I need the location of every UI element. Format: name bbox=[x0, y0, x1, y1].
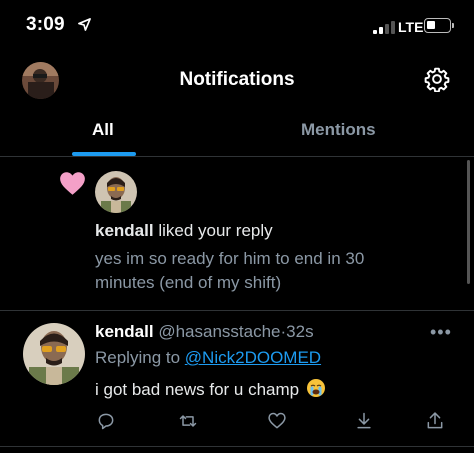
gear-icon[interactable] bbox=[424, 66, 450, 92]
bookmark-icon[interactable] bbox=[354, 411, 374, 431]
crying-face-emoji bbox=[306, 379, 325, 397]
tabs-divider bbox=[0, 156, 474, 157]
bottom-divider bbox=[0, 446, 474, 447]
retweet-icon[interactable] bbox=[178, 411, 198, 431]
mention-link[interactable]: @Nick2DOOMED bbox=[185, 348, 321, 367]
tab-all[interactable]: All bbox=[92, 120, 114, 140]
tweet-header: kendall @hasansstache·32s bbox=[95, 322, 314, 342]
notification-username[interactable]: kendall bbox=[95, 221, 154, 240]
signal-icon bbox=[373, 21, 395, 34]
handle[interactable]: @hasansstache bbox=[158, 322, 280, 341]
network-label: LTE bbox=[398, 19, 424, 35]
tweet-body-text: i got bad news for u champ bbox=[95, 380, 300, 399]
avatar[interactable] bbox=[95, 171, 137, 213]
tweet-text: i got bad news for u champ bbox=[95, 378, 326, 400]
display-name[interactable]: kendall bbox=[95, 322, 154, 341]
location-arrow-icon bbox=[78, 18, 91, 31]
notification-divider bbox=[0, 310, 474, 311]
liked-content[interactable]: yes im so ready for him to end in 30 min… bbox=[95, 247, 425, 295]
notification-action: liked your reply bbox=[158, 221, 273, 240]
reply-icon[interactable] bbox=[96, 411, 116, 431]
heart-icon bbox=[60, 172, 85, 195]
like-icon[interactable] bbox=[267, 411, 287, 431]
battery-tip bbox=[452, 23, 454, 28]
page-title: Notifications bbox=[179, 69, 295, 90]
like-notification-text: kendall liked your reply bbox=[95, 221, 273, 241]
tab-mentions[interactable]: Mentions bbox=[301, 120, 376, 140]
avatar[interactable] bbox=[23, 323, 85, 385]
share-icon[interactable] bbox=[425, 411, 445, 431]
timestamp: 32s bbox=[286, 322, 314, 341]
scrollbar[interactable] bbox=[467, 160, 470, 284]
replying-prefix: Replying to bbox=[95, 348, 181, 367]
more-options-button[interactable]: ••• bbox=[430, 322, 452, 343]
battery-icon bbox=[424, 18, 451, 33]
status-time: 3:09 bbox=[26, 14, 65, 35]
replying-to: Replying to @Nick2DOOMED bbox=[95, 348, 321, 368]
